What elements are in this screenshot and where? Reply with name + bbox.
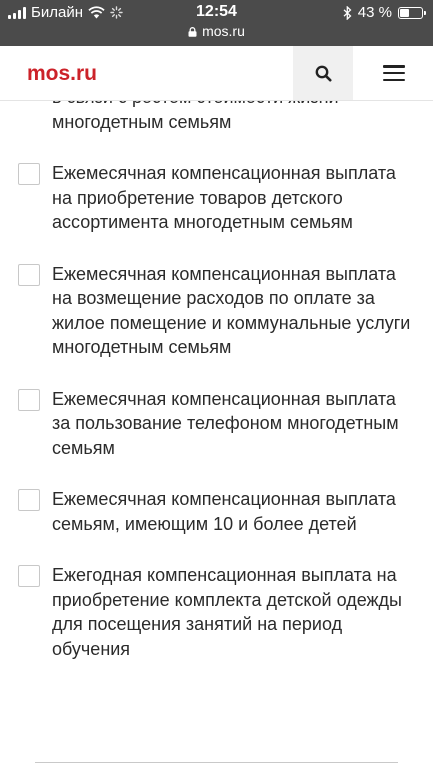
lock-icon (188, 27, 197, 37)
option-checkbox[interactable] (18, 489, 40, 511)
option-label: Ежемесячная компенсационная выплата на в… (52, 263, 411, 358)
option-checkbox[interactable] (18, 388, 40, 411)
hamburger-menu-icon (383, 65, 405, 81)
address-bar[interactable]: mos.ru (0, 23, 433, 39)
bluetooth-icon (343, 5, 352, 20)
option-checkbox[interactable] (18, 163, 40, 185)
benefits-list-container: в связи с ростом стоимости жизни многоде… (0, 101, 433, 770)
benefit-option[interactable]: Ежемесячная компенсационная выплата за п… (0, 387, 433, 461)
benefit-option[interactable]: Ежегодная компенсационная выплата на при… (0, 563, 433, 661)
search-icon (315, 65, 331, 81)
menu-button[interactable] (355, 46, 433, 100)
status-right: 43 % (343, 4, 426, 21)
option-label: Ежемесячная компенсационная выплата за п… (52, 388, 399, 458)
option-checkbox[interactable] (18, 263, 40, 286)
option-label: в связи с ростом стоимости жизни многоде… (52, 101, 339, 132)
search-button[interactable] (293, 46, 353, 100)
section-divider (35, 762, 398, 763)
benefit-option[interactable]: в связи с ростом стоимости жизни многоде… (0, 101, 433, 134)
option-checkbox[interactable] (18, 565, 40, 587)
benefit-option[interactable]: Ежемесячная компенсационная выплата на п… (0, 161, 433, 235)
site-logo[interactable]: mos.ru (27, 62, 97, 86)
option-label: Ежемесячная компенсационная выплата семь… (52, 489, 396, 534)
benefits-checkbox-list: в связи с ростом стоимости жизни многоде… (0, 101, 433, 688)
benefit-option[interactable]: Ежемесячная компенсационная выплата на в… (0, 262, 433, 360)
option-label: Ежемесячная компенсационная выплата на п… (52, 163, 396, 232)
battery-icon (398, 6, 426, 19)
status-bar: Билайн 12:54 mos.ru 43 % (0, 0, 433, 46)
address-url: mos.ru (202, 23, 245, 39)
benefit-option[interactable]: Ежемесячная компенсационная выплата семь… (0, 487, 433, 536)
battery-percent: 43 % (357, 4, 392, 21)
option-label: Ежегодная компенсационная выплата на при… (52, 565, 402, 659)
site-header: mos.ru (0, 46, 433, 101)
